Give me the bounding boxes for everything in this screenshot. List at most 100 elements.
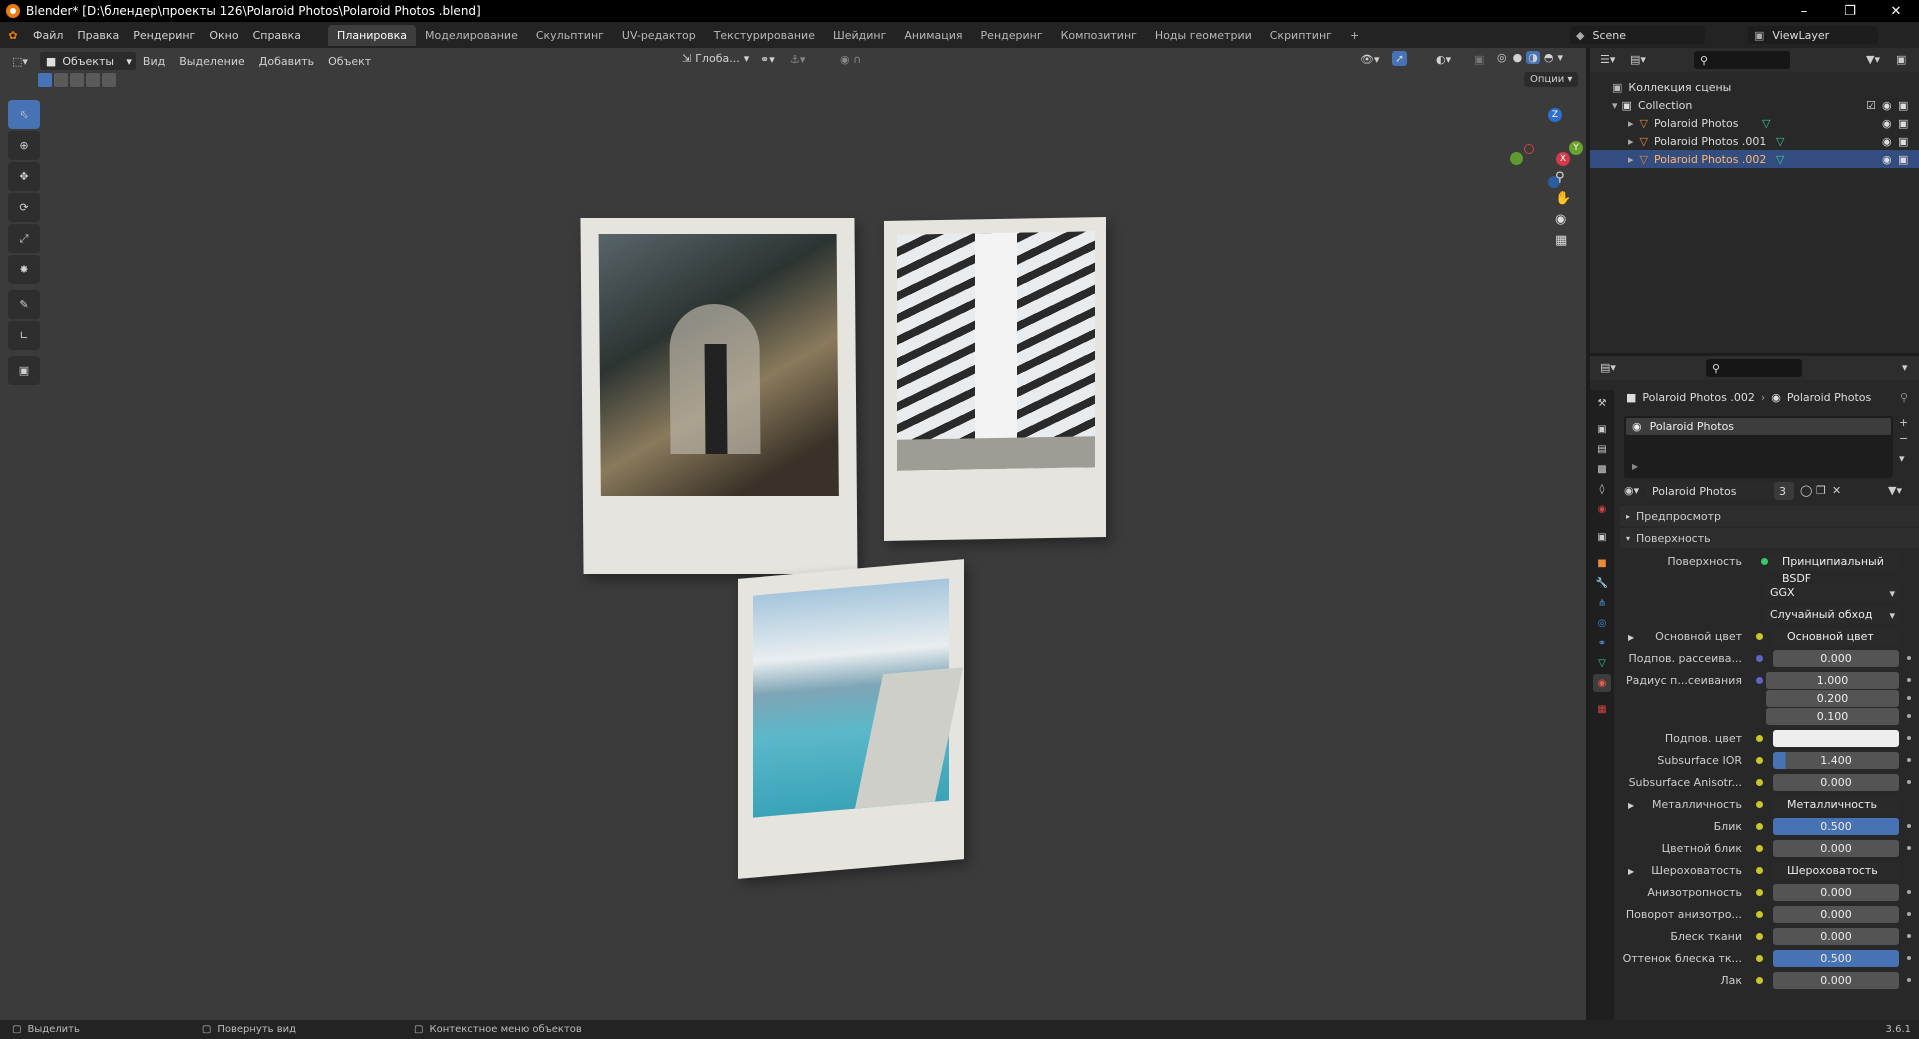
tab-layout[interactable]: Планировка	[328, 24, 417, 46]
select-intersect-icon[interactable]	[102, 73, 116, 87]
eye-icon[interactable]: ◉	[1882, 117, 1892, 130]
property-value[interactable]: Металличность	[1773, 796, 1899, 813]
tab-rendering[interactable]: Рендеринг	[972, 25, 1052, 46]
wireframe-shading-icon[interactable]: ◎	[1495, 51, 1509, 64]
keyframe-icon[interactable]	[1907, 678, 1911, 682]
property-value[interactable]: 0.100	[1766, 708, 1899, 725]
data-tab-icon[interactable]: ▽	[1593, 654, 1611, 672]
gizmo-neg-y[interactable]	[1510, 152, 1523, 165]
keyframe-icon[interactable]	[1907, 714, 1911, 718]
tab-sculpting[interactable]: Скульптинг	[527, 25, 613, 46]
select-new-icon[interactable]	[38, 73, 52, 87]
menu-render[interactable]: Рендеринг	[126, 29, 202, 42]
keyframe-icon[interactable]	[1907, 696, 1911, 700]
pin-icon[interactable]: ⚲	[1900, 391, 1908, 404]
filter-icon[interactable]: ▼▾	[1888, 484, 1902, 497]
keyframe-icon[interactable]	[1907, 758, 1911, 762]
socket-icon[interactable]	[1756, 801, 1763, 808]
property-value[interactable]: 0.000	[1773, 928, 1899, 945]
measure-tool[interactable]: ∟	[8, 321, 40, 350]
keyframe-icon[interactable]	[1907, 934, 1911, 938]
outliner-collection[interactable]: ▾ ▣ Collection ☑ ◉ ▣	[1590, 96, 1919, 114]
viewlayer-selector[interactable]: ▣ ViewLayer	[1748, 26, 1878, 44]
add-cube-tool[interactable]: ▣	[8, 356, 40, 385]
menu-edit[interactable]: Правка	[70, 29, 126, 42]
select-extend-icon[interactable]	[54, 73, 68, 87]
output-tab-icon[interactable]: ▤	[1593, 440, 1611, 458]
camera-render-icon[interactable]: ▣	[1898, 117, 1908, 130]
socket-icon[interactable]	[1756, 633, 1763, 640]
chevron-right-icon[interactable]: ▶	[1628, 633, 1634, 642]
material-browse-icon[interactable]: ◉▾	[1624, 484, 1639, 497]
menu-object[interactable]: Объект	[321, 55, 378, 68]
menu-add[interactable]: Добавить	[252, 55, 321, 68]
keyframe-icon[interactable]	[1907, 846, 1911, 850]
render-tab-icon[interactable]: ▣	[1593, 420, 1611, 438]
tab-geometry-nodes[interactable]: Ноды геометрии	[1146, 25, 1261, 46]
mesh-data-icon[interactable]: ▽	[1762, 117, 1770, 130]
collection-tab-icon[interactable]: ▣	[1593, 528, 1611, 546]
keyframe-icon[interactable]	[1907, 780, 1911, 784]
modifier-tab-icon[interactable]: 🔧	[1593, 574, 1611, 592]
material-tab-icon[interactable]: ◉	[1593, 674, 1611, 692]
duplicate-icon[interactable]: ❐	[1816, 484, 1826, 497]
socket-icon[interactable]	[1756, 757, 1763, 764]
camera-render-icon[interactable]: ▣	[1898, 135, 1908, 148]
editor-type-icon[interactable]: ☰▾	[1600, 53, 1615, 66]
gizmo-y-axis[interactable]: Y	[1569, 141, 1583, 155]
eye-icon[interactable]: ◉	[1882, 153, 1892, 166]
close-button[interactable]: ✕	[1873, 0, 1919, 22]
menu-select[interactable]: Выделение	[172, 55, 252, 68]
outliner-object-1[interactable]: ▸ ▽ Polaroid Photos ▽ ◉ ▣	[1590, 114, 1919, 132]
tab-compositing[interactable]: Композитинг	[1052, 25, 1146, 46]
cursor-tool[interactable]: ⊕	[8, 131, 40, 160]
socket-icon[interactable]	[1756, 889, 1763, 896]
property-value[interactable]: 1.000	[1766, 672, 1899, 689]
pivot-icon[interactable]: ⚭▾	[760, 53, 775, 66]
socket-icon[interactable]	[1756, 845, 1763, 852]
particles-tab-icon[interactable]: ⋔	[1593, 594, 1611, 612]
polaroid-photo-1[interactable]	[580, 217, 858, 575]
transform-tool[interactable]: ✸	[8, 255, 40, 284]
3d-viewport[interactable]: ⬚▾ ■ Объекты ▾ Вид Выделение Добавить Об…	[0, 48, 1586, 1020]
mesh-data-icon[interactable]: ▽	[1776, 153, 1784, 166]
chevron-right-icon[interactable]: ▶	[1628, 801, 1634, 810]
camera-icon[interactable]: ◉	[1555, 212, 1571, 227]
users-count[interactable]: 3	[1774, 482, 1794, 500]
move-tool[interactable]: ✥	[8, 162, 40, 191]
select-invert-icon[interactable]	[86, 73, 100, 87]
menu-file[interactable]: Файл	[26, 29, 70, 42]
socket-icon[interactable]	[1756, 933, 1763, 940]
tool-tab-icon[interactable]: ⚒	[1593, 394, 1611, 412]
property-value[interactable]: 0.500	[1773, 950, 1899, 967]
physics-tab-icon[interactable]: ◎	[1593, 614, 1611, 632]
material-shading-icon[interactable]: ◑	[1526, 51, 1540, 64]
socket-icon[interactable]	[1756, 735, 1763, 742]
property-value[interactable]: 0.000	[1773, 906, 1899, 923]
tab-scripting[interactable]: Скриптинг	[1261, 25, 1341, 46]
rendered-shading-icon[interactable]: ◓	[1542, 51, 1556, 64]
editor-type-icon[interactable]: ⬚▾	[12, 55, 28, 68]
view-layer-tab-icon[interactable]: ▩	[1593, 460, 1611, 478]
chevron-right-icon[interactable]: ▸	[1628, 135, 1634, 148]
keyframe-icon[interactable]	[1907, 656, 1911, 660]
fake-user-icon[interactable]: ◯	[1800, 484, 1812, 497]
property-value[interactable]: Шероховатость	[1773, 862, 1899, 879]
menu-window[interactable]: Окно	[202, 29, 245, 42]
tab-modeling[interactable]: Моделирование	[416, 25, 527, 46]
property-value[interactable]: 0.000	[1773, 972, 1899, 989]
tab-texture-paint[interactable]: Текстурирование	[705, 25, 824, 46]
options-dropdown[interactable]: Опции ▾	[1524, 72, 1579, 87]
panel-surface[interactable]: ▾ Поверхность	[1620, 528, 1919, 548]
gizmo-neg-x[interactable]	[1524, 144, 1534, 154]
world-tab-icon[interactable]: ◉	[1593, 500, 1611, 518]
pan-hand-icon[interactable]: ✋	[1555, 191, 1571, 206]
property-value[interactable]: 0.000	[1773, 884, 1899, 901]
panel-preview[interactable]: ▸ Предпросмотр	[1620, 506, 1919, 526]
texture-tab-icon[interactable]: ▦	[1593, 700, 1611, 718]
keyframe-icon[interactable]	[1907, 956, 1911, 960]
filter-icon[interactable]: ▼▾	[1866, 53, 1880, 66]
socket-icon[interactable]	[1756, 779, 1763, 786]
keyframe-icon[interactable]	[1907, 824, 1911, 828]
overlay-icon[interactable]: ◐▾	[1436, 53, 1451, 66]
